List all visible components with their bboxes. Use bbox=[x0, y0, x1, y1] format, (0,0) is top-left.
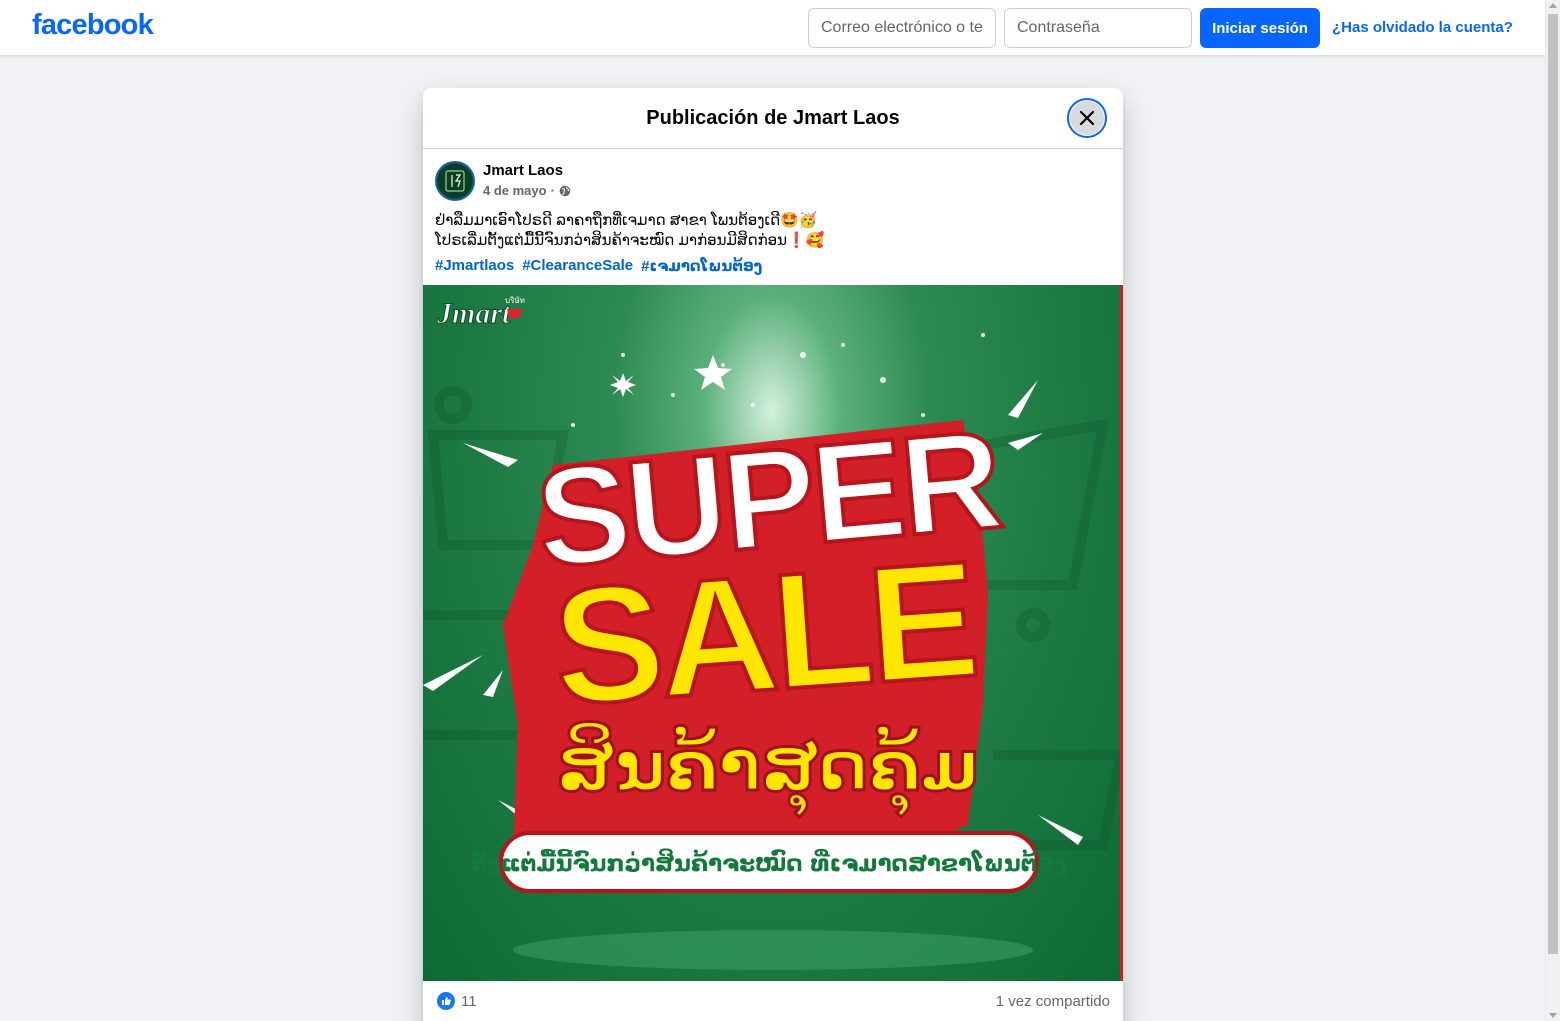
jmart-brand-tag: บริษัท bbox=[505, 296, 525, 305]
share-count[interactable]: 1 vez compartido bbox=[996, 993, 1110, 1010]
super-sale-poster: Jmart บริษัท SUPER SALE ສິນຄ້າສຸດຄຸ້ມ ຕັ… bbox=[423, 296, 1120, 970]
dialog-header: Publicación de Jmart Laos bbox=[423, 88, 1123, 149]
post-header: Jmart Laos 4 de mayo · bbox=[423, 149, 1123, 211]
post-footer: 11 1 vez compartido bbox=[423, 981, 1123, 1021]
password-input[interactable] bbox=[1004, 8, 1192, 48]
background-cart-icon bbox=[982, 418, 1110, 590]
dialog-title: Publicación de Jmart Laos bbox=[646, 107, 900, 129]
reactions-summary[interactable]: 11 bbox=[437, 992, 477, 1010]
cart-icon bbox=[507, 309, 523, 318]
like-count: 11 bbox=[461, 992, 477, 1010]
post-text-line: ໂປຣເລີ່ມຕັ້ງແຕ່ມື້ນີ້ຈົນກວ່າສິນຄ້າຈະໝົດ … bbox=[435, 232, 825, 249]
top-navigation-bar: facebook Iniciar sesión ¿Has olvidado la… bbox=[0, 0, 1545, 56]
post-text: ຢ່າລືມມາເອົາໂປຣດີ ລາຄາຖືກທີ່ເຈມາດ ສາຂາ ໂ… bbox=[423, 211, 1123, 251]
hashtag-link[interactable]: #ເຈມາດໂພນຕ້ອງ bbox=[641, 257, 762, 275]
forgot-account-link[interactable]: ¿Has olvidado la cuenta? bbox=[1332, 19, 1513, 36]
close-dialog-button[interactable] bbox=[1067, 98, 1107, 138]
sale-headline: SALE bbox=[548, 527, 980, 740]
post-image[interactable]: Jmart บริษัท SUPER SALE ສິນຄ້າສຸດຄຸ້ມ ຕັ… bbox=[423, 285, 1123, 981]
sparkle-icon bbox=[610, 373, 636, 397]
scrollbar-thumb[interactable] bbox=[1548, 14, 1558, 954]
post-date[interactable]: 4 de mayo bbox=[483, 183, 547, 198]
close-icon bbox=[1079, 110, 1095, 126]
like-reaction-icon bbox=[437, 992, 455, 1010]
lao-headline: ສິນຄ້າສຸດຄຸ້ມ bbox=[557, 722, 979, 817]
post-dialog: Publicación de Jmart Laos Jmart Laos 4 d… bbox=[423, 88, 1123, 1021]
jmart-brand-logo: Jmart bbox=[436, 297, 512, 330]
page-avatar[interactable] bbox=[435, 161, 475, 201]
jmart-anniversary-logo-icon bbox=[438, 164, 472, 198]
facebook-logo[interactable]: facebook bbox=[32, 9, 154, 42]
post-author-name[interactable]: Jmart Laos bbox=[483, 162, 563, 179]
promo-banner-text: ຕັ້ງແຕ່ມື້ນີ້ຈົນກວ່າສິນຄ້າຈະໝົດ ທີ່ເຈມາດ… bbox=[471, 848, 1066, 877]
post-text-line: ຢ່າລືມມາເອົາໂປຣດີ ລາຄາຖືກທີ່ເຈມາດ ສາຂາ ໂ… bbox=[435, 212, 818, 229]
page-scrollbar[interactable] bbox=[1545, 0, 1560, 1021]
post-hashtags: #Jmartlaos #ClearanceSale #ເຈມາດໂພນຕ້ອງ bbox=[423, 251, 1123, 275]
globe-icon bbox=[559, 185, 571, 196]
hashtag-link[interactable]: #ClearanceSale bbox=[522, 257, 633, 275]
post-meta: 4 de mayo · bbox=[483, 183, 571, 198]
scroll-down-arrow-icon[interactable] bbox=[1549, 1013, 1557, 1018]
login-button[interactable]: Iniciar sesión bbox=[1200, 8, 1320, 48]
meta-separator: · bbox=[550, 183, 555, 198]
scroll-up-arrow-icon[interactable] bbox=[1549, 3, 1557, 8]
star-icon bbox=[694, 355, 732, 390]
hashtag-link[interactable]: #Jmartlaos bbox=[435, 257, 514, 275]
email-or-phone-input[interactable] bbox=[808, 8, 996, 48]
